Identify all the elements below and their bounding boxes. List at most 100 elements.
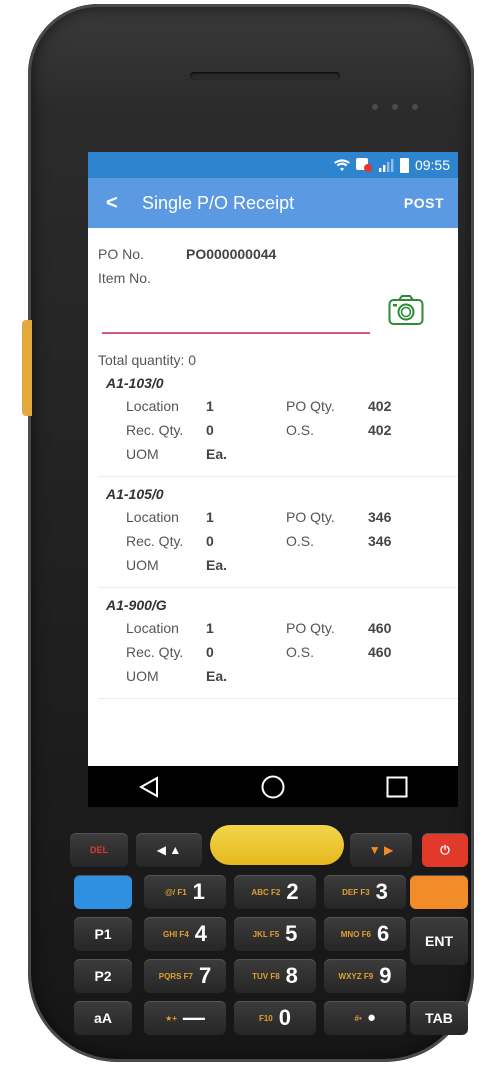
nav-recents-icon[interactable] [386, 776, 408, 798]
receipt-line-item[interactable]: A1-103/0 Location 1 PO Qty. 402 Rec. Qty. 0 O.S… [98, 372, 458, 477]
receipt-line-item[interactable]: A1-900/G Location 1 PO Qty. 460 Rec. Qty. 0 O.S… [98, 594, 458, 699]
key-primary-label: 0 [278, 1005, 292, 1030]
uom-value: Ea. [206, 557, 228, 573]
p1-key[interactable]: P1 [74, 917, 132, 951]
key-secondary-label: DEF F3 [342, 887, 370, 897]
item-label: Item No. [98, 270, 151, 286]
key-primary-label: 7 [198, 963, 212, 988]
record-list: A1-103/0 Location 1 PO Qty. 402 Rec. Qty. 0 O.S… [98, 372, 458, 699]
os-label: O.S. [286, 644, 315, 660]
left-up-key[interactable]: ◀ ▲ [136, 833, 202, 867]
numeric-key[interactable]: F10 0 [234, 1001, 316, 1035]
po-value: PO000000044 [186, 246, 277, 262]
os-value: 460 [368, 644, 392, 660]
tab-key[interactable]: TAB [410, 1001, 468, 1035]
notification-icon [355, 158, 372, 172]
item-code: A1-103/0 [106, 375, 164, 391]
item-code: A1-105/0 [106, 486, 164, 502]
orange-function-key[interactable] [410, 875, 468, 909]
nav-back-icon[interactable] [138, 775, 160, 798]
key-primary-label: 1 [192, 879, 205, 904]
numeric-key[interactable]: WXYZ F9 9 [324, 959, 406, 993]
key-secondary-label: TUV F8 [252, 971, 280, 981]
hardware-keypad: DEL ◀ ▲ ▼ ▶ ⏻ P1 P2 aA ENT TAB @/ F1 1 ABC… [60, 825, 468, 1035]
os-value: 402 [368, 422, 392, 438]
key-secondary-label: MNO F6 [340, 929, 371, 939]
del-key[interactable]: DEL [70, 833, 128, 867]
receipt-line-item[interactable]: A1-105/0 Location 1 PO Qty. 346 Rec. Qty. 0 O.S… [98, 483, 458, 588]
down-right-key[interactable]: ▼ ▶ [350, 833, 412, 867]
signal-icon [378, 159, 394, 172]
numeric-key[interactable]: ★+ — [144, 1001, 226, 1035]
numeric-key[interactable]: @/ F1 1 [144, 875, 226, 909]
location-value: 1 [206, 509, 214, 525]
po-label: PO No. [98, 246, 144, 262]
po-qty-label: PO Qty. [286, 509, 335, 525]
key-primary-label: 8 [285, 963, 298, 988]
key-primary-label: 2 [286, 879, 299, 904]
key-primary-label: — [182, 1005, 205, 1030]
os-value: 346 [368, 533, 392, 549]
po-qty-label: PO Qty. [286, 620, 335, 636]
po-qty-value: 460 [368, 620, 392, 636]
numeric-key[interactable]: GHI F4 4 [144, 917, 226, 951]
power-icon: ⏻ [440, 842, 450, 857]
rec-qty-value: 0 [206, 533, 214, 549]
item-details: Location 1 PO Qty. 346 Rec. Qty. 0 O.S. 346 UOM E… [98, 505, 458, 577]
android-nav-bar [88, 766, 458, 807]
blue-function-key[interactable] [74, 875, 132, 909]
item-number-input[interactable] [102, 308, 370, 334]
rec-qty-value: 0 [206, 422, 214, 438]
location-label: Location [126, 620, 179, 636]
power-key[interactable]: ⏻ [422, 833, 468, 867]
uom-label: UOM [126, 668, 159, 684]
key-secondary-label: @/ F1 [165, 887, 187, 897]
camera-icon[interactable] [388, 294, 424, 326]
location-label: Location [126, 398, 179, 414]
item-input-row [98, 286, 458, 334]
app-bar: < Single P/O Receipt POST [88, 178, 458, 228]
rec-qty-value: 0 [206, 644, 214, 660]
numeric-key[interactable]: JKL F5 5 [234, 917, 316, 951]
earpiece-speaker [190, 72, 340, 80]
key-secondary-label: #• [354, 1013, 362, 1023]
key-primary-label: 6 [376, 921, 390, 946]
post-button[interactable]: POST [404, 195, 444, 211]
wifi-icon [333, 158, 350, 171]
key-secondary-label: ★+ [165, 1013, 177, 1023]
numeric-key[interactable]: TUV F8 8 [234, 959, 316, 993]
numeric-key[interactable]: MNO F6 6 [324, 917, 406, 951]
sensor-dot [412, 104, 418, 110]
key-secondary-label: F10 [258, 1013, 273, 1023]
po-row: PO No. PO000000044 [98, 246, 458, 262]
status-time: 09:55 [414, 157, 450, 173]
rec-qty-label: Rec. Qty. [126, 422, 184, 438]
key-primary-label: 5 [285, 921, 298, 946]
receipt-form: PO No. PO000000044 Item No. Total quanti… [88, 246, 458, 699]
os-label: O.S. [286, 422, 315, 438]
po-qty-label: PO Qty. [286, 398, 335, 414]
os-label: O.S. [286, 533, 315, 549]
p2-key[interactable]: P2 [74, 959, 132, 993]
numeric-key[interactable]: ABC F2 2 [234, 875, 316, 909]
enter-key[interactable]: ENT [410, 917, 468, 965]
po-qty-value: 346 [368, 509, 392, 525]
location-label: Location [126, 509, 179, 525]
nav-home-icon[interactable] [261, 775, 285, 799]
scan-trigger-key[interactable] [210, 825, 344, 865]
status-bar: 09:55 [88, 152, 458, 178]
alpha-shift-key[interactable]: aA [74, 1001, 132, 1035]
sensor-dot [372, 104, 378, 110]
key-primary-label: • [367, 1005, 376, 1030]
numeric-key[interactable]: #• • [324, 1001, 406, 1035]
uom-value: Ea. [206, 668, 228, 684]
rec-qty-label: Rec. Qty. [126, 533, 184, 549]
item-details: Location 1 PO Qty. 402 Rec. Qty. 0 O.S. 402 UOM E… [98, 394, 458, 466]
sensor-dot [392, 104, 398, 110]
back-button[interactable]: < [106, 192, 132, 215]
key-primary-label: 4 [194, 921, 208, 946]
numeric-key[interactable]: PQRS F7 7 [144, 959, 226, 993]
numeric-key[interactable]: DEF F3 3 [324, 875, 406, 909]
side-scan-key[interactable] [22, 320, 32, 416]
key-secondary-label: ABC F2 [251, 887, 281, 897]
